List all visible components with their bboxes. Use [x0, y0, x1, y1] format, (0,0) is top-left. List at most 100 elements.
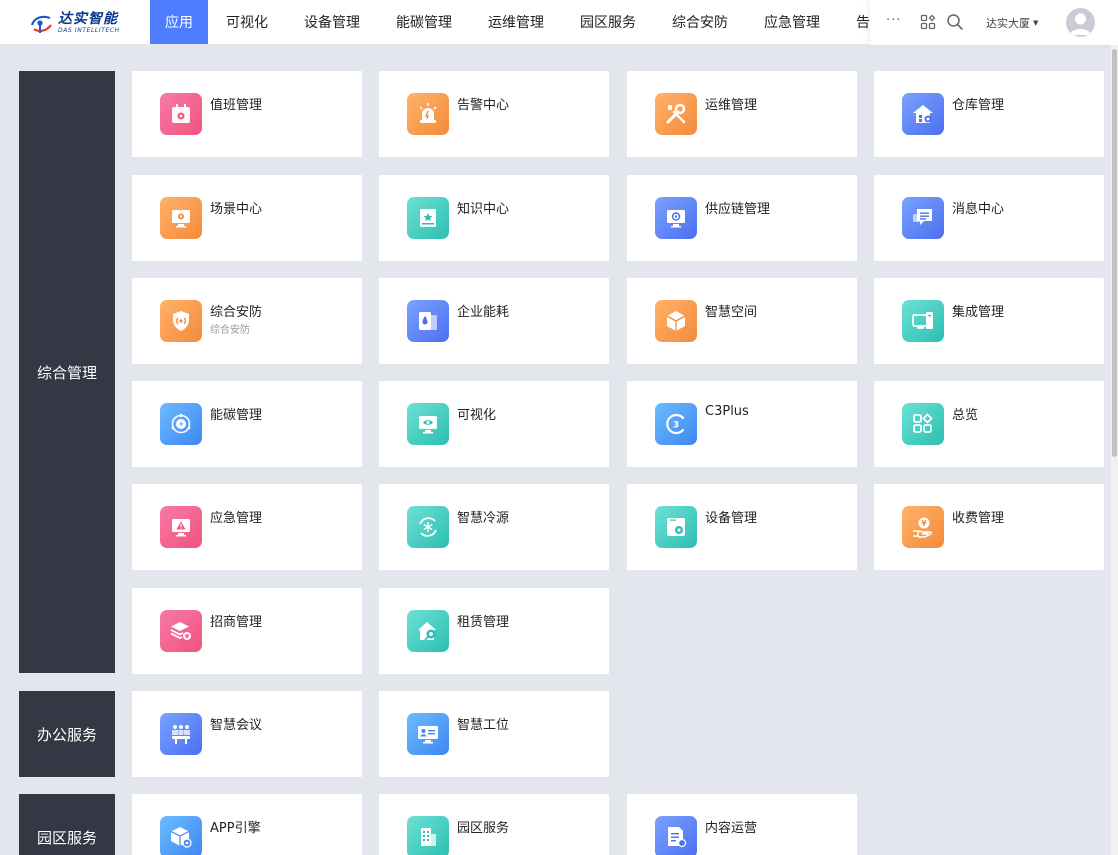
- cube-icon: [655, 300, 697, 342]
- page-scrollbar[interactable]: [1111, 45, 1118, 855]
- grid-overview-icon: [902, 403, 944, 445]
- logo-subtext: DAS INTELLITECH: [58, 26, 120, 34]
- app-card-smart-cooling[interactable]: 智慧冷源: [379, 484, 609, 570]
- nav-tab-apps[interactable]: 应用: [150, 0, 208, 44]
- workstation-icon: [407, 713, 449, 755]
- app-title: 应急管理: [210, 511, 263, 526]
- calendar-gear-icon: [160, 93, 202, 135]
- app-switch-icon[interactable]: [920, 14, 936, 34]
- app-card-enterprise-energy[interactable]: 企业能耗: [379, 278, 609, 364]
- app-title: 收费管理: [952, 511, 1005, 526]
- nav-tab-security[interactable]: 综合安防: [654, 0, 746, 44]
- app-card-leasing[interactable]: 租赁管理: [379, 588, 609, 674]
- svg-text:¥: ¥: [185, 633, 190, 641]
- app-title: 仓库管理: [952, 98, 1005, 113]
- app-card-park-services[interactable]: 园区服务: [379, 794, 609, 855]
- app-card-app-engine[interactable]: APP引擎: [132, 794, 362, 855]
- app-card-overview[interactable]: 总览: [874, 381, 1104, 467]
- section-label-general: 综合管理: [19, 71, 115, 673]
- warehouse-gear-icon: [902, 93, 944, 135]
- caret-down-icon: ▼: [1033, 19, 1039, 27]
- app-card-smart-space[interactable]: 智慧空间: [627, 278, 857, 364]
- app-title: 供应链管理: [705, 202, 771, 217]
- app-title: 招商管理: [210, 615, 263, 630]
- app-card-billing[interactable]: ¥ 收费管理: [874, 484, 1104, 570]
- search-icon[interactable]: [946, 13, 964, 35]
- main-nav: 应用 可视化 设备管理 能碳管理 运维管理 园区服务 综合安防 应急管理 告: [150, 0, 870, 44]
- monitor-warning-icon: [160, 506, 202, 548]
- app-card-investment[interactable]: ¥ 招商管理: [132, 588, 362, 674]
- app-card-security[interactable]: 综合安防 综合安防: [132, 278, 362, 364]
- building-icon: [407, 816, 449, 855]
- app-title: 智慧空间: [705, 305, 758, 320]
- chat-bubbles-icon: [902, 197, 944, 239]
- app-card-message-center[interactable]: 消息中心: [874, 175, 1104, 261]
- nav-tab-alarm-truncated[interactable]: 告: [838, 0, 870, 44]
- nav-tab-park-services[interactable]: 园区服务: [562, 0, 654, 44]
- top-bar: 达实智能 DAS INTELLITECH 应用 可视化 设备管理 能碳管理 运维…: [0, 0, 1118, 45]
- app-card-duty[interactable]: 值班管理: [132, 71, 362, 157]
- energy-orbit-icon: [160, 403, 202, 445]
- app-title: 能碳管理: [210, 408, 263, 423]
- c3-icon: 3: [655, 403, 697, 445]
- svg-text:¥: ¥: [921, 519, 927, 528]
- more-menu-button[interactable]: ···: [886, 13, 901, 28]
- app-title: 告警中心: [457, 98, 510, 113]
- nav-tab-device-management[interactable]: 设备管理: [286, 0, 378, 44]
- app-title: 可视化: [457, 408, 497, 423]
- scrollbar-thumb[interactable]: [1112, 49, 1117, 457]
- app-card-smart-meeting[interactable]: 智慧会议: [132, 691, 362, 777]
- monitor-eye-icon: [407, 403, 449, 445]
- app-title: 消息中心: [952, 202, 1005, 217]
- app-title: 集成管理: [952, 305, 1005, 320]
- nav-tab-operations[interactable]: 运维管理: [470, 0, 562, 44]
- app-title: 场景中心: [210, 202, 263, 217]
- app-title: 综合安防: [210, 305, 263, 320]
- app-card-c3plus[interactable]: 3 C3Plus: [627, 381, 857, 467]
- app-card-integration[interactable]: 集成管理: [874, 278, 1104, 364]
- app-subtitle: 综合安防: [210, 325, 250, 336]
- app-card-energy-carbon[interactable]: 能碳管理: [132, 381, 362, 467]
- app-title: APP引擎: [210, 821, 261, 836]
- section-label-park: 园区服务: [19, 794, 115, 855]
- app-card-warehouse[interactable]: 仓库管理: [874, 71, 1104, 157]
- document-edit-icon: [655, 816, 697, 855]
- logo[interactable]: 达实智能 DAS INTELLITECH: [0, 0, 150, 45]
- nav-tab-emergency[interactable]: 应急管理: [746, 0, 838, 44]
- app-title: 值班管理: [210, 98, 263, 113]
- app-title: 设备管理: [705, 511, 758, 526]
- app-card-visualization[interactable]: 可视化: [379, 381, 609, 467]
- app-title: 企业能耗: [457, 305, 510, 320]
- app-card-alarm-center[interactable]: 告警中心: [379, 71, 609, 157]
- app-card-smart-workstation[interactable]: 智慧工位: [379, 691, 609, 777]
- app-card-emergency[interactable]: 应急管理: [132, 484, 362, 570]
- devices-icon: [902, 300, 944, 342]
- avatar[interactable]: [1066, 8, 1095, 37]
- app-title: 智慧工位: [457, 718, 510, 733]
- app-card-operations[interactable]: 运维管理: [627, 71, 857, 157]
- nav-tab-visualization[interactable]: 可视化: [208, 0, 286, 44]
- app-title: 租赁管理: [457, 615, 510, 630]
- layers-coin-icon: ¥: [160, 610, 202, 652]
- box-gear-icon: [160, 816, 202, 855]
- app-card-scene-center[interactable]: 场景中心: [132, 175, 362, 261]
- app-title: 总览: [952, 408, 979, 423]
- app-card-device-management[interactable]: 设备管理: [627, 484, 857, 570]
- drop-stack-icon: [407, 300, 449, 342]
- meeting-icon: [160, 713, 202, 755]
- shield-signal-icon: [160, 300, 202, 342]
- logo-mark-icon: [30, 15, 52, 33]
- app-title: 智慧会议: [210, 718, 263, 733]
- header-tools: ··· 达实大厦 ▼: [870, 0, 1118, 45]
- snowflake-cycle-icon: [407, 506, 449, 548]
- app-card-content-operations[interactable]: 内容运营: [627, 794, 857, 855]
- alarm-light-icon: [407, 93, 449, 135]
- project-selector[interactable]: 达实大厦 ▼: [986, 15, 1038, 31]
- svg-text:3: 3: [673, 421, 679, 431]
- app-card-knowledge-center[interactable]: 知识中心: [379, 175, 609, 261]
- nav-tab-energy-carbon[interactable]: 能碳管理: [378, 0, 470, 44]
- app-title: 智慧冷源: [457, 511, 510, 526]
- app-title: 运维管理: [705, 98, 758, 113]
- app-card-supply-chain[interactable]: 供应链管理: [627, 175, 857, 261]
- logo-text: 达实智能: [58, 10, 118, 27]
